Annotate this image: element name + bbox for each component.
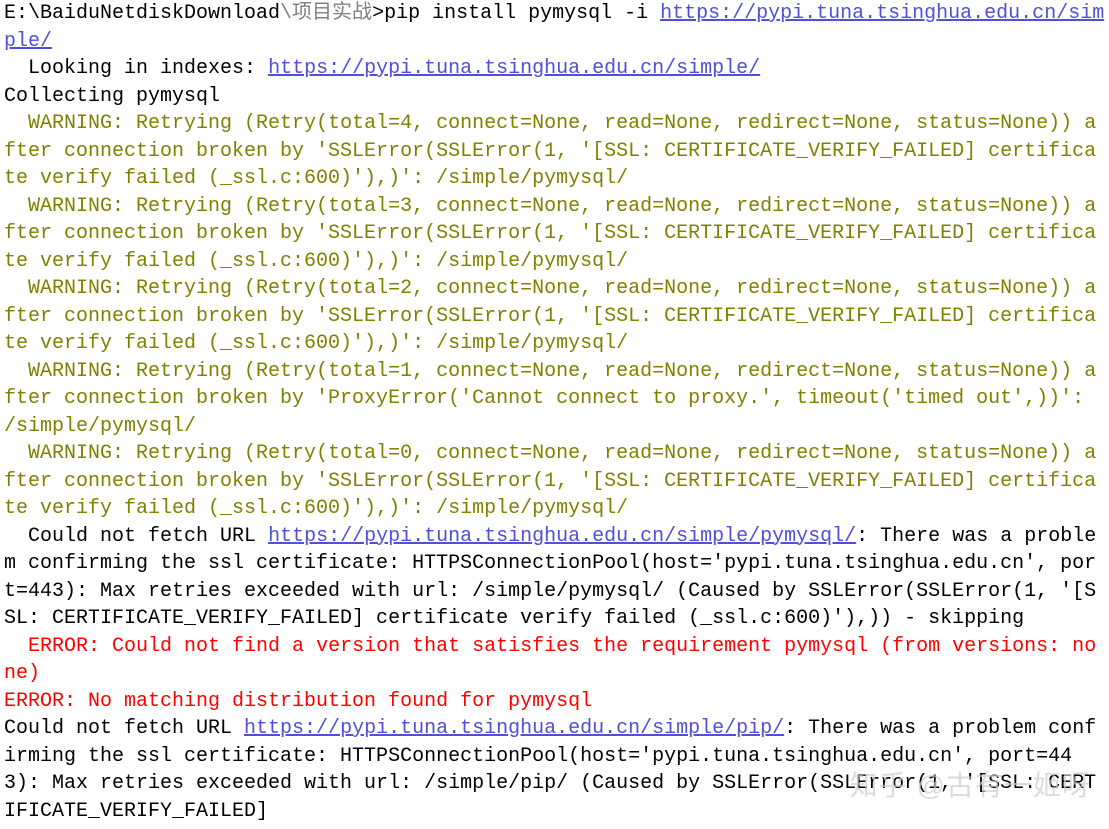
looking-url-link[interactable]: https://pypi.tuna.tsinghua.edu.cn/simple… bbox=[268, 57, 760, 80]
fetch2-prefix: Could not fetch URL bbox=[4, 717, 244, 740]
error-line-1: ERROR: Could not find a version that sat… bbox=[4, 635, 1096, 686]
warning-line-0: WARNING: Retrying (Retry(total=0, connec… bbox=[4, 442, 1096, 520]
prompt-marker: > bbox=[372, 2, 384, 25]
warn-pad bbox=[4, 277, 28, 300]
error-line-2: ERROR: No matching distribution found fo… bbox=[4, 690, 592, 713]
warn-pad bbox=[4, 360, 28, 383]
terminal-output[interactable]: E:\BaiduNetdiskDownload\项目实战>pip install… bbox=[4, 0, 1105, 825]
prompt-path: E:\BaiduNetdiskDownload bbox=[4, 2, 280, 25]
looking-indexes: Looking in indexes: bbox=[4, 57, 268, 80]
warn-pad bbox=[4, 195, 28, 218]
warning-line-3: WARNING: Retrying (Retry(total=3, connec… bbox=[4, 195, 1096, 273]
command-text: pip install pymysql -i bbox=[384, 2, 660, 25]
collecting-line: Collecting pymysql bbox=[4, 85, 220, 108]
warning-line-4: WARNING: Retrying (Retry(total=4, connec… bbox=[4, 112, 1096, 190]
warning-line-1: WARNING: Retrying (Retry(total=1, connec… bbox=[4, 360, 1096, 438]
warn-pad bbox=[4, 112, 28, 135]
fetch-error-text: Could not fetch URL bbox=[4, 525, 268, 548]
pip-url-link[interactable]: https://pypi.tuna.tsinghua.edu.cn/simple… bbox=[244, 717, 784, 740]
error-pad bbox=[4, 635, 28, 658]
pymysql-url-link[interactable]: https://pypi.tuna.tsinghua.edu.cn/simple… bbox=[268, 525, 856, 548]
prompt-path-cjk: \项目实战 bbox=[280, 2, 372, 25]
warning-line-2: WARNING: Retrying (Retry(total=2, connec… bbox=[4, 277, 1096, 355]
warn-pad bbox=[4, 442, 28, 465]
